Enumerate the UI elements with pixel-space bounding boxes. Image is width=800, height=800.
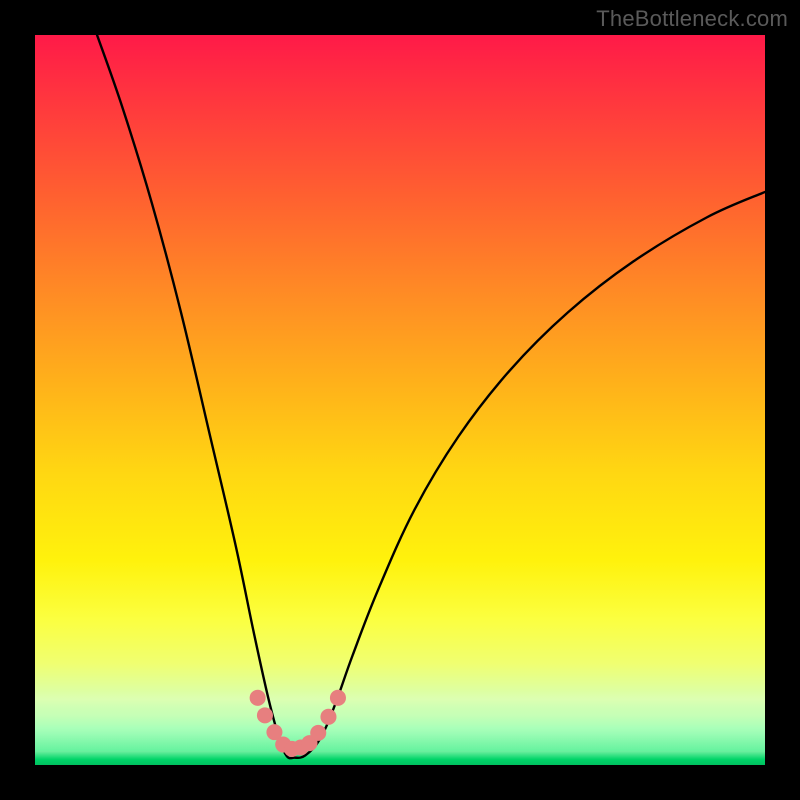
watermark-label: TheBottleneck.com (596, 6, 788, 32)
curve-svg (35, 35, 765, 765)
bottleneck-curve (97, 35, 765, 758)
plot-area (35, 35, 765, 765)
marker-dot (330, 690, 346, 706)
marker-dot (257, 707, 273, 723)
marker-dot (310, 725, 326, 741)
outer-frame: TheBottleneck.com (0, 0, 800, 800)
marker-dot (320, 709, 336, 725)
marker-dot (250, 690, 266, 706)
highlight-markers (250, 690, 346, 757)
